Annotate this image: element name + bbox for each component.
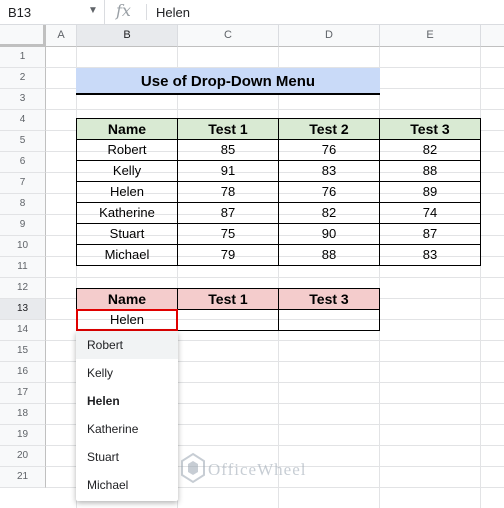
gridline-col: [379, 47, 380, 508]
row-header-20[interactable]: 20: [0, 446, 46, 467]
row-header-5[interactable]: 5: [0, 131, 46, 152]
page-title: Use of Drop-Down Menu: [76, 68, 380, 95]
table1-cell[interactable]: 76: [278, 139, 380, 161]
table1-header-test1[interactable]: Test 1: [177, 118, 279, 140]
fx-icon: fx: [116, 1, 131, 20]
table1-cell[interactable]: Kelly: [76, 160, 178, 182]
table1-cell[interactable]: 82: [278, 202, 380, 224]
row-header-11[interactable]: 11: [0, 257, 46, 278]
table1-cell[interactable]: 78: [177, 181, 279, 203]
chevron-down-icon[interactable]: ▼: [88, 5, 98, 16]
table2-cell-test3[interactable]: [278, 309, 380, 331]
table1-cell[interactable]: 76: [278, 181, 380, 203]
table1-cell[interactable]: 79: [177, 244, 279, 266]
dropdown-option-stuart[interactable]: Stuart: [76, 443, 178, 471]
selected-cell-b13[interactable]: Helen: [76, 309, 178, 331]
watermark-text: OfficeWheel: [208, 460, 307, 479]
table1-cell[interactable]: 85: [177, 139, 279, 161]
row-header-14[interactable]: 14: [0, 320, 46, 341]
dropdown-option-katherine[interactable]: Katherine: [76, 415, 178, 443]
row-header-19[interactable]: 19: [0, 425, 46, 446]
row-header-9[interactable]: 9: [0, 215, 46, 236]
table2-header-name[interactable]: Name: [76, 288, 178, 310]
table1-cell[interactable]: 90: [278, 223, 380, 245]
row-header-4[interactable]: 4: [0, 110, 46, 131]
gridline-row: [46, 109, 504, 110]
row-header-8[interactable]: 8: [0, 194, 46, 215]
formula-input[interactable]: Helen: [156, 5, 190, 20]
officewheel-logo-icon: [181, 452, 205, 484]
table1-cell[interactable]: 83: [278, 160, 380, 182]
row-header-15[interactable]: 15: [0, 341, 46, 362]
row-header-16[interactable]: 16: [0, 362, 46, 383]
table1-cell[interactable]: Michael: [76, 244, 178, 266]
row-header-3[interactable]: 3: [0, 89, 46, 110]
table1-cell[interactable]: Stuart: [76, 223, 178, 245]
column-header-c[interactable]: C: [178, 25, 279, 47]
watermark: OfficeWheel: [180, 452, 305, 488]
table1-cell[interactable]: Katherine: [76, 202, 178, 224]
gridline-col: [480, 47, 481, 508]
gridline-row: [46, 277, 504, 278]
column-header-d[interactable]: D: [279, 25, 380, 47]
table2-header-test1[interactable]: Test 1: [177, 288, 279, 310]
table1-cell[interactable]: 89: [379, 181, 481, 203]
column-header-f[interactable]: [481, 25, 504, 47]
table1-header-name[interactable]: Name: [76, 118, 178, 140]
row-header-10[interactable]: 10: [0, 236, 46, 257]
row-header-21[interactable]: 21: [0, 467, 46, 488]
column-header-b[interactable]: B: [77, 25, 178, 47]
table1-header-test2[interactable]: Test 2: [278, 118, 380, 140]
name-box[interactable]: B13 ▼: [0, 0, 105, 24]
select-all-corner[interactable]: [0, 25, 46, 47]
row-header-17[interactable]: 17: [0, 383, 46, 404]
dropdown-option-helen[interactable]: Helen: [76, 387, 178, 415]
row-header-13[interactable]: 13: [0, 299, 46, 320]
table1-cell[interactable]: 74: [379, 202, 481, 224]
table1-header-test3[interactable]: Test 3: [379, 118, 481, 140]
dropdown-option-kelly[interactable]: Kelly: [76, 359, 178, 387]
table1-cell[interactable]: Robert: [76, 139, 178, 161]
table1-cell[interactable]: 91: [177, 160, 279, 182]
formula-divider: [146, 4, 147, 20]
column-header-a[interactable]: A: [46, 25, 77, 47]
table1-cell[interactable]: 88: [379, 160, 481, 182]
row-header-7[interactable]: 7: [0, 173, 46, 194]
row-header-2[interactable]: 2: [0, 68, 46, 89]
table1-cell[interactable]: 75: [177, 223, 279, 245]
table1-cell[interactable]: 83: [379, 244, 481, 266]
column-header-e[interactable]: E: [380, 25, 481, 47]
formula-bar: B13 ▼ fx Helen: [0, 0, 504, 25]
row-header-12[interactable]: 12: [0, 278, 46, 299]
table1-cell[interactable]: 82: [379, 139, 481, 161]
table2-cell-test1[interactable]: [177, 309, 279, 331]
table1-cell[interactable]: 87: [177, 202, 279, 224]
row-header-18[interactable]: 18: [0, 404, 46, 425]
table1-cell[interactable]: Helen: [76, 181, 178, 203]
table1-cell[interactable]: 87: [379, 223, 481, 245]
row-header-1[interactable]: 1: [0, 47, 46, 68]
dropdown-menu: Robert Kelly Helen Katherine Stuart Mich…: [76, 331, 178, 501]
table2-header-test3[interactable]: Test 3: [278, 288, 380, 310]
name-box-value: B13: [8, 5, 32, 20]
dropdown-option-michael[interactable]: Michael: [76, 471, 178, 499]
gridline-col: [278, 47, 279, 508]
table1-cell[interactable]: 88: [278, 244, 380, 266]
row-header-6[interactable]: 6: [0, 152, 46, 173]
dropdown-option-robert[interactable]: Robert: [76, 331, 178, 359]
